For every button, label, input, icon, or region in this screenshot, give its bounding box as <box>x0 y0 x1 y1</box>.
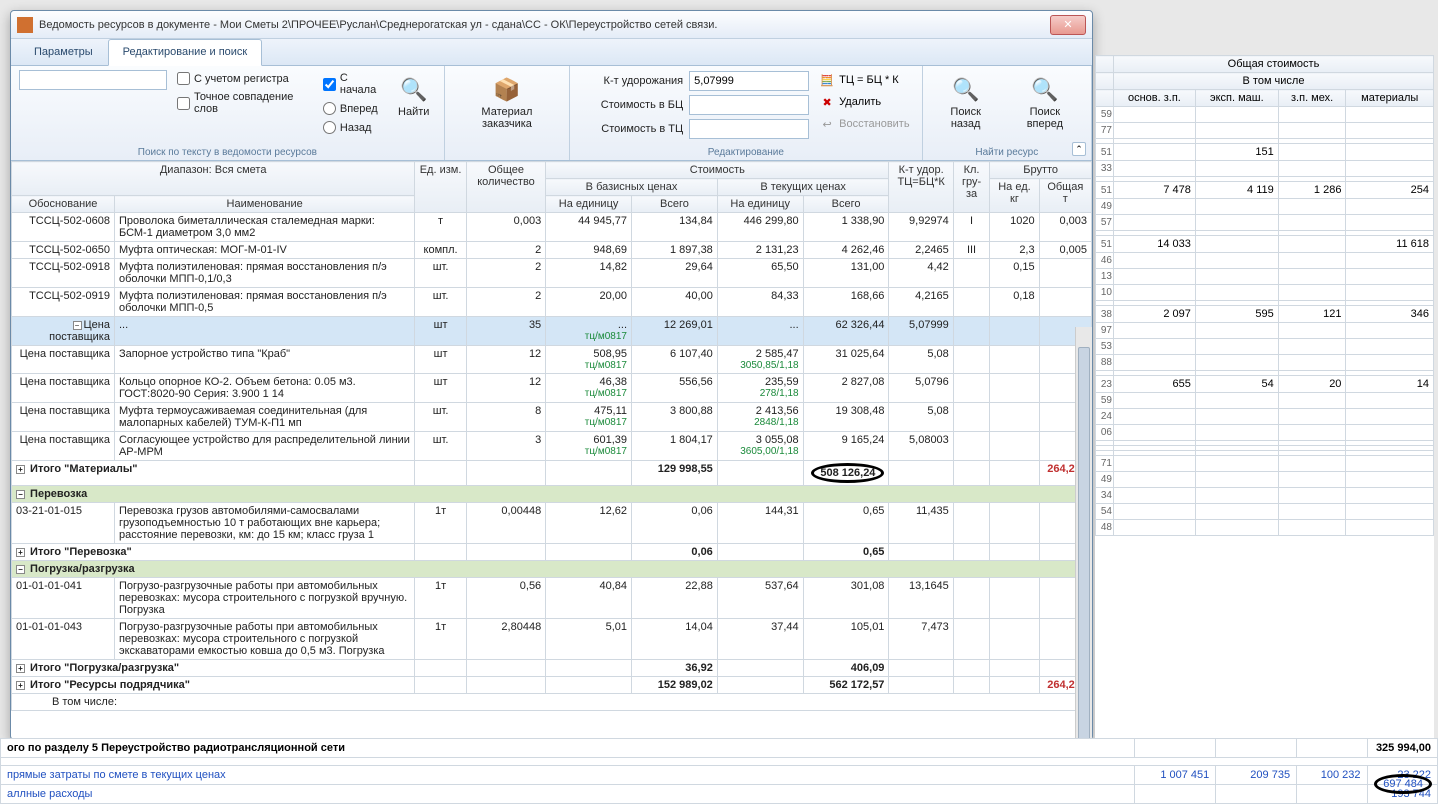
window-title: Ведомость ресурсов в документе - Мои Сме… <box>39 19 1050 31</box>
chk-forward[interactable]: Вперед <box>319 100 386 117</box>
delete-icon: ✖ <box>819 94 835 110</box>
total-row: + Итого "Материалы"129 998,55508 126,242… <box>12 461 1092 486</box>
hdr-qty: Общее количество <box>466 162 545 213</box>
hdr-coeff: К-т удор. ТЦ=БЦ*К <box>889 162 953 213</box>
total-row: + Итого "Ресурсы подрядчика"152 989,0256… <box>12 677 1092 694</box>
right-row: 517 4784 1191 286254 <box>1096 182 1434 199</box>
right-row: 88 <box>1096 355 1434 371</box>
group-row[interactable]: − Перевозка <box>12 486 1092 503</box>
right-row: 49 <box>1096 472 1434 488</box>
customer-material-button[interactable]: 📦 Материал заказчика <box>453 70 561 134</box>
total-row: + Итого "Перевозка"0,060,65 <box>12 544 1092 561</box>
table-row[interactable]: 03-21-01-015Перевозка грузов автомобилям… <box>12 503 1092 544</box>
hdr-class: Кл. гру-за <box>953 162 989 213</box>
bottom-summary: ого по разделу 5 Переустройство радиотра… <box>0 738 1438 804</box>
tab-edit-search[interactable]: Редактирование и поиск <box>108 39 263 66</box>
right-row: 49 <box>1096 199 1434 215</box>
right-row: 13 <box>1096 269 1434 285</box>
titlebar: Ведомость ресурсов в документе - Мои Сме… <box>11 11 1092 39</box>
search-fwd-button[interactable]: 🔍 Поиск вперед <box>1007 70 1083 134</box>
right-row: 23655542014 <box>1096 376 1434 393</box>
chk-case-sensitive[interactable]: С учетом регистра <box>173 70 313 87</box>
cost-bc-input[interactable] <box>689 95 809 115</box>
table-row[interactable]: Цена поставщикаСогласующее устройство дл… <box>12 432 1092 461</box>
restore-item: ↩Восстановить <box>815 114 913 134</box>
right-row: 59 <box>1096 107 1434 123</box>
close-button[interactable]: ✕ <box>1050 15 1086 35</box>
hdr-brutto: Брутто <box>990 162 1092 179</box>
search-back-button[interactable]: 🔍 Поиск назад <box>931 70 1001 134</box>
ribbon-group-search-text: С учетом регистра Точное совпадение слов… <box>11 66 445 160</box>
right-row: 33 <box>1096 161 1434 177</box>
material-icon: 📦 <box>491 74 523 106</box>
right-row: 48 <box>1096 520 1434 536</box>
coeff-input[interactable] <box>689 71 809 91</box>
ribbon-tabs: Параметры Редактирование и поиск <box>11 39 1092 66</box>
right-row: 382 097595121346 <box>1096 306 1434 323</box>
right-row: 97 <box>1096 323 1434 339</box>
hdr-range: Диапазон: Вся смета <box>12 162 415 196</box>
table-row[interactable]: 01-01-01-043Погрузо-разгрузочные работы … <box>12 619 1092 660</box>
right-row: 51151 <box>1096 144 1434 161</box>
vertical-scrollbar[interactable] <box>1075 327 1092 739</box>
ribbon-group-editing: К-т удорожания Стоимость в БЦ Стоимость … <box>570 66 922 160</box>
grid-area: Диапазон: Вся смета Ед. изм. Общее колич… <box>11 161 1092 739</box>
right-row: 24 <box>1096 409 1434 425</box>
table-row[interactable]: ТССЦ-502-0650Муфта оптическая: МОГ-М-01-… <box>12 242 1092 259</box>
right-row: 46 <box>1096 253 1434 269</box>
resource-grid[interactable]: Диапазон: Вся смета Ед. изм. Общее колич… <box>11 161 1092 711</box>
table-row[interactable]: Цена поставщикаКольцо опорное КО-2. Объе… <box>12 374 1092 403</box>
ribbon-group-material: 📦 Материал заказчика <box>445 66 570 160</box>
hdr-cost: Стоимость <box>546 162 889 179</box>
right-row: 71 <box>1096 456 1434 472</box>
table-row[interactable]: −Цена поставщика...шт35...тц/м081712 269… <box>12 317 1092 346</box>
hdr-unit: Ед. изм. <box>415 162 466 213</box>
right-row: 57 <box>1096 215 1434 231</box>
cost-tc-input[interactable] <box>689 119 809 139</box>
right-row: 10 <box>1096 285 1434 301</box>
search-fwd-icon: 🔍 <box>1029 74 1061 106</box>
right-row: 59 <box>1096 393 1434 409</box>
chk-whole-words[interactable]: Точное совпадение слов <box>173 89 313 117</box>
table-row[interactable]: 01-01-01-041Погрузо-разгрузочные работы … <box>12 578 1092 619</box>
table-row[interactable]: Цена поставщикаЗапорное устройство типа … <box>12 346 1092 374</box>
ribbon-group-find-resource: 🔍 Поиск назад 🔍 Поиск вперед Найти ресур… <box>923 66 1092 160</box>
chk-from-start[interactable]: С начала <box>319 70 386 98</box>
circled-total: 697 484 <box>1374 774 1432 794</box>
chk-back[interactable]: Назад <box>319 119 386 136</box>
group-row[interactable]: − Погрузка/разгрузка <box>12 561 1092 578</box>
right-row: 54 <box>1096 504 1434 520</box>
resource-statement-dialog: Ведомость ресурсов в документе - Мои Сме… <box>10 10 1093 740</box>
collapse-ribbon-icon[interactable]: ⌃ <box>1072 142 1086 156</box>
table-row[interactable]: ТССЦ-502-0919Муфта полиэтиленовая: пряма… <box>12 288 1092 317</box>
formula-item[interactable]: 🧮ТЦ = БЦ * К <box>815 70 913 90</box>
restore-icon: ↩ <box>819 116 835 132</box>
table-row[interactable]: ТССЦ-502-0918Муфта полиэтиленовая: пряма… <box>12 259 1092 288</box>
table-row[interactable]: Цена поставщикаМуфта термоусаживаемая со… <box>12 403 1092 432</box>
app-icon <box>17 17 33 33</box>
right-row: 53 <box>1096 339 1434 355</box>
search-icon: 🔍 <box>398 74 430 106</box>
right-row: 06 <box>1096 425 1434 441</box>
table-row[interactable]: ТССЦ-502-0608Проволока биметаллическая с… <box>12 213 1092 242</box>
calc-icon: 🧮 <box>819 72 835 88</box>
right-row: 5114 03311 618 <box>1096 236 1434 253</box>
delete-item[interactable]: ✖Удалить <box>815 92 913 112</box>
search-back-icon: 🔍 <box>950 74 982 106</box>
right-row: 77 <box>1096 123 1434 139</box>
find-button[interactable]: 🔍 Найти <box>392 70 436 122</box>
search-text-input[interactable] <box>19 70 167 90</box>
tab-parameters[interactable]: Параметры <box>19 39 108 65</box>
ribbon: С учетом регистра Точное совпадение слов… <box>11 66 1092 161</box>
right-row: 34 <box>1096 488 1434 504</box>
total-row: + Итого "Погрузка/разгрузка"36,92406,09 <box>12 660 1092 677</box>
right-cost-panel: Общая стоимость В том числе основ. з.п. … <box>1095 55 1434 800</box>
